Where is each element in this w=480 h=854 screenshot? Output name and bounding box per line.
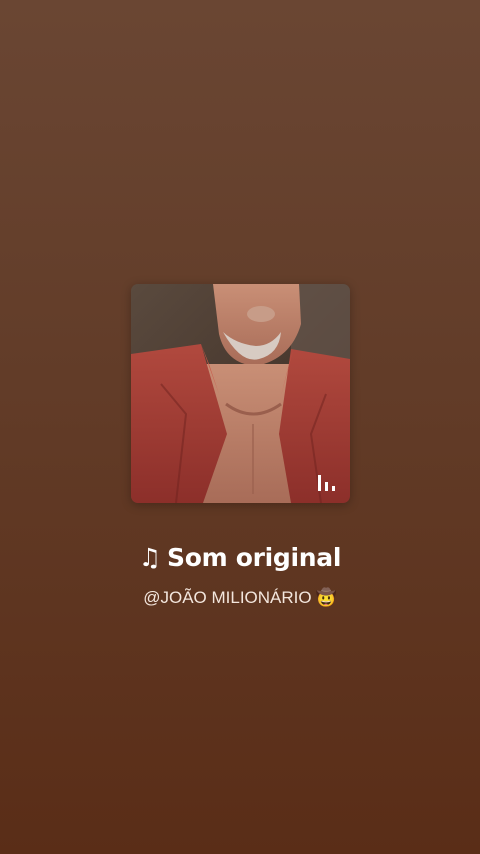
sound-author-link[interactable]: @JOÃO MILIONÁRIO 🤠 [0,586,480,610]
sound-title: Som original [167,543,342,572]
author-name[interactable]: @JOÃO MILIONÁRIO [143,588,311,607]
cover-photo [131,284,350,503]
cowboy-hat-emoji: 🤠 [315,588,337,607]
bar-chart-icon [318,475,335,491]
sound-cover-image[interactable] [131,284,350,503]
music-note-icon: ♫ [138,543,161,572]
sound-title-row: ♫ Som original [0,538,480,578]
